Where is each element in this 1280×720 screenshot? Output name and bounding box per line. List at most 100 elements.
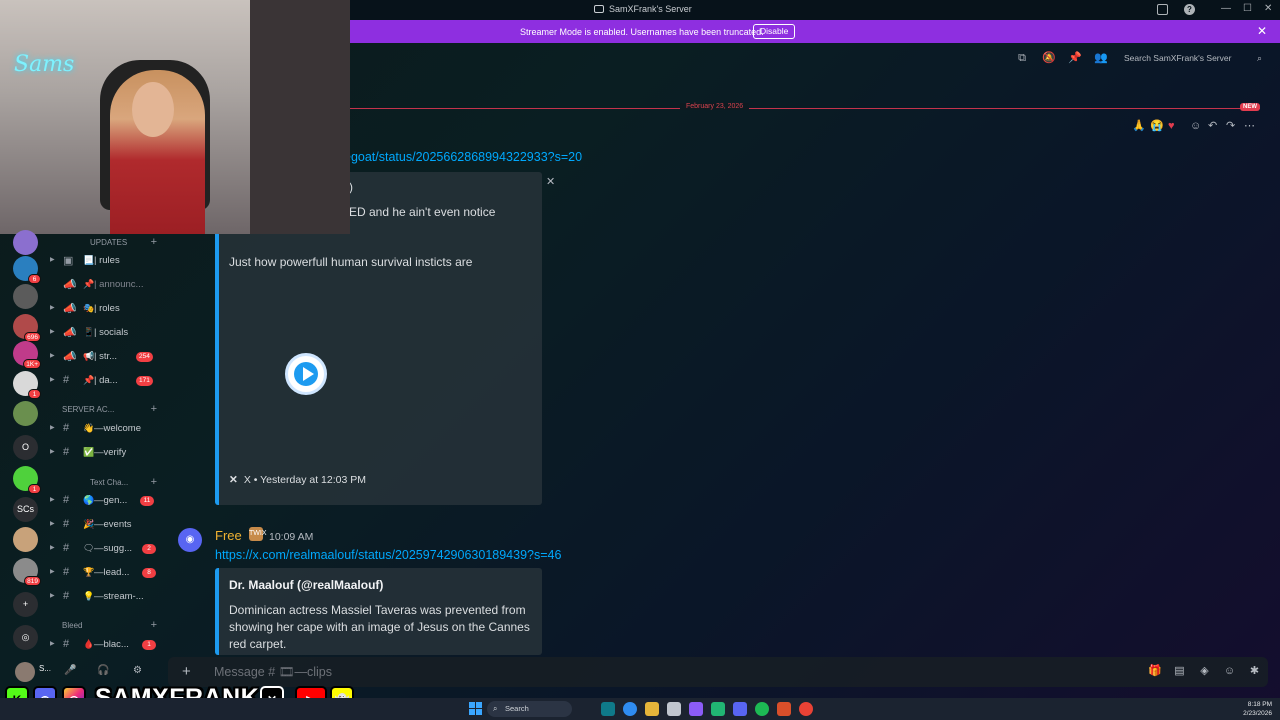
channel-socials[interactable]: ▶ 📣 📱 | socials xyxy=(50,324,160,342)
gift-icon[interactable]: 🎁 xyxy=(1148,665,1162,678)
server-icon[interactable]: 1 xyxy=(13,371,41,399)
server-icon[interactable]: O xyxy=(13,435,38,460)
webcam-overlay: Sams xyxy=(0,0,350,234)
spotify-icon[interactable] xyxy=(755,702,769,716)
category-updates[interactable]: UPDATES + xyxy=(62,236,157,248)
server-icon[interactable]: 1K+ xyxy=(13,341,41,369)
add-channel-icon[interactable]: + xyxy=(151,236,157,248)
mute-microphone-icon[interactable]: 🎤 xyxy=(64,665,76,676)
mention-badge: 1K+ xyxy=(23,359,41,369)
server-icon[interactable]: SCs xyxy=(13,497,38,522)
channel-verify[interactable]: ▶ # ✅ —verify xyxy=(50,444,160,462)
app-icon[interactable] xyxy=(777,702,791,716)
pray-reaction-icon[interactable]: 🙏 xyxy=(1132,119,1146,133)
app-icon[interactable] xyxy=(711,702,725,716)
server-icon[interactable]: 696 xyxy=(13,314,41,342)
channel-streams[interactable]: ▶ 📣 📢 | str... 254 xyxy=(50,348,160,366)
channel-welcome[interactable]: ▶ # 👋 —welcome xyxy=(50,420,160,438)
reply-icon[interactable]: ↶ xyxy=(1208,119,1217,133)
message-input[interactable]: Message # 🎞—clips xyxy=(214,665,332,680)
add-channel-icon[interactable]: + xyxy=(151,403,157,415)
message-link[interactable]: egoat/status/2025662868994322933?s=20 xyxy=(344,150,582,164)
remove-embed-icon[interactable]: ✕ xyxy=(546,175,555,188)
channel-events[interactable]: ▶ # 🎉 —events xyxy=(50,516,160,534)
sticker-icon[interactable]: ◈ xyxy=(1198,665,1211,678)
file-explorer-icon[interactable] xyxy=(645,702,659,716)
heart-reaction-icon[interactable]: ♥ xyxy=(1168,119,1175,133)
server-icon[interactable]: + xyxy=(13,592,38,617)
channel-suggestions[interactable]: ▶ # 🗨 —sugg... 2 xyxy=(50,540,160,558)
apps-icon[interactable]: ✱ xyxy=(1248,665,1261,678)
pinned-messages-icon[interactable]: 📌 xyxy=(1068,52,1082,64)
caret-icon: ▶ xyxy=(50,257,55,263)
channel-roles[interactable]: ▶ 📣 🎭 | roles xyxy=(50,300,160,318)
channel-black[interactable]: ▶ # 🩸 —blac... 1 xyxy=(50,636,160,654)
category-bleed[interactable]: Bleed + xyxy=(62,619,157,631)
notification-muted-icon[interactable]: 🔕 xyxy=(1042,52,1056,64)
search-input[interactable]: Search SamXFrank's Server ⌕ xyxy=(1118,49,1268,67)
message-composer[interactable]: + Message # 🎞—clips 🎁 ▤ ◈ ☺ ✱ xyxy=(168,657,1268,687)
server-icon[interactable] xyxy=(13,527,38,552)
forward-icon[interactable]: ↷ xyxy=(1226,119,1235,133)
server-icon[interactable]: 819 xyxy=(13,558,41,586)
more-options-icon[interactable]: ⋯ xyxy=(1244,119,1255,133)
server-rail: 6 696 1K+ 1 O 1 SCs 819 + ◎ xyxy=(0,230,50,686)
category-text-channels[interactable]: Text Cha... + xyxy=(62,476,157,488)
server-icon[interactable] xyxy=(13,230,38,255)
channel-announcements[interactable]: 📣 📌 | announc... xyxy=(50,276,160,294)
store-icon[interactable] xyxy=(667,702,681,716)
channel-rules[interactable]: ▶ ▣ 📃 | rules xyxy=(50,252,160,270)
add-channel-icon[interactable]: + xyxy=(151,476,157,488)
attach-icon[interactable]: + xyxy=(182,663,191,680)
username[interactable]: S... xyxy=(39,664,51,673)
message-author[interactable]: Free xyxy=(215,528,242,543)
server-icon[interactable]: 1 xyxy=(13,466,41,494)
category-server-access[interactable]: SERVER AC... + xyxy=(62,403,157,415)
channel-general[interactable]: ▶ # 🌎 —gen... 11 xyxy=(50,492,160,510)
maximize-button[interactable]: ☐ xyxy=(1243,3,1252,14)
chrome-icon[interactable] xyxy=(799,702,813,716)
channel-emoji: 🩸 xyxy=(83,639,95,649)
headphones-icon[interactable]: 🎧 xyxy=(97,665,109,676)
avatar[interactable] xyxy=(15,662,35,682)
avatar[interactable]: ◉ xyxy=(178,528,202,552)
obs-icon[interactable] xyxy=(689,702,703,716)
taskbar-clock[interactable]: 8:18 PM 2/23/2026 xyxy=(1236,700,1272,718)
channel-name: —verify xyxy=(94,447,127,458)
gif-icon[interactable]: ▤ xyxy=(1173,665,1186,678)
server-icon[interactable] xyxy=(13,401,38,426)
disable-streamer-mode-button[interactable]: Disable xyxy=(753,24,796,39)
add-channel-icon[interactable]: + xyxy=(151,619,157,631)
video-play-button[interactable] xyxy=(285,353,327,395)
close-window-button[interactable]: ✕ xyxy=(1264,3,1272,14)
channel-daily[interactable]: ▶ # 📌 | da... 171 xyxy=(50,372,160,390)
server-icon[interactable]: 6 xyxy=(13,256,41,284)
sad-reaction-icon[interactable]: 😭 xyxy=(1150,119,1164,133)
channel-name: | da... xyxy=(94,375,118,386)
emoji-icon[interactable]: ☺ xyxy=(1223,665,1236,678)
windows-start-icon[interactable] xyxy=(469,702,482,715)
server-icon[interactable]: ◎ xyxy=(13,625,38,650)
taskbar-search[interactable]: ⌕ Search xyxy=(487,701,572,717)
channel-leaderboard[interactable]: ▶ # 🏆 —lead... 8 xyxy=(50,564,160,582)
hash-icon: # xyxy=(63,446,70,458)
help-icon[interactable]: ? xyxy=(1184,4,1195,15)
discord-taskbar-icon[interactable] xyxy=(733,702,747,716)
embed-author[interactable]: Dr. Maalouf (@realMaalouf) xyxy=(229,578,383,592)
add-reaction-icon[interactable]: ☺ xyxy=(1190,119,1201,133)
threads-icon[interactable]: ⧉ xyxy=(1016,52,1028,64)
channel-stream[interactable]: ▶ # 💡 —stream-... xyxy=(50,588,160,606)
category-label: SERVER AC... xyxy=(62,405,115,414)
message-link[interactable]: https://x.com/realmaalouf/status/2025974… xyxy=(215,548,561,562)
user-panel: S... 🎤 🎧 ⚙ xyxy=(0,659,160,685)
server-icon[interactable] xyxy=(13,284,38,309)
gear-icon[interactable]: ⚙ xyxy=(133,665,142,676)
edge-icon[interactable] xyxy=(623,702,637,716)
banner-close-icon[interactable]: ✕ xyxy=(1257,24,1267,38)
minimize-button[interactable]: — xyxy=(1221,3,1231,14)
channel-emoji: 🏆 xyxy=(83,567,95,577)
unread-count-badge: 8 xyxy=(142,568,156,578)
member-list-icon[interactable]: 👥 xyxy=(1094,52,1108,64)
inbox-icon[interactable] xyxy=(1157,4,1168,15)
task-view-icon[interactable] xyxy=(601,702,615,716)
